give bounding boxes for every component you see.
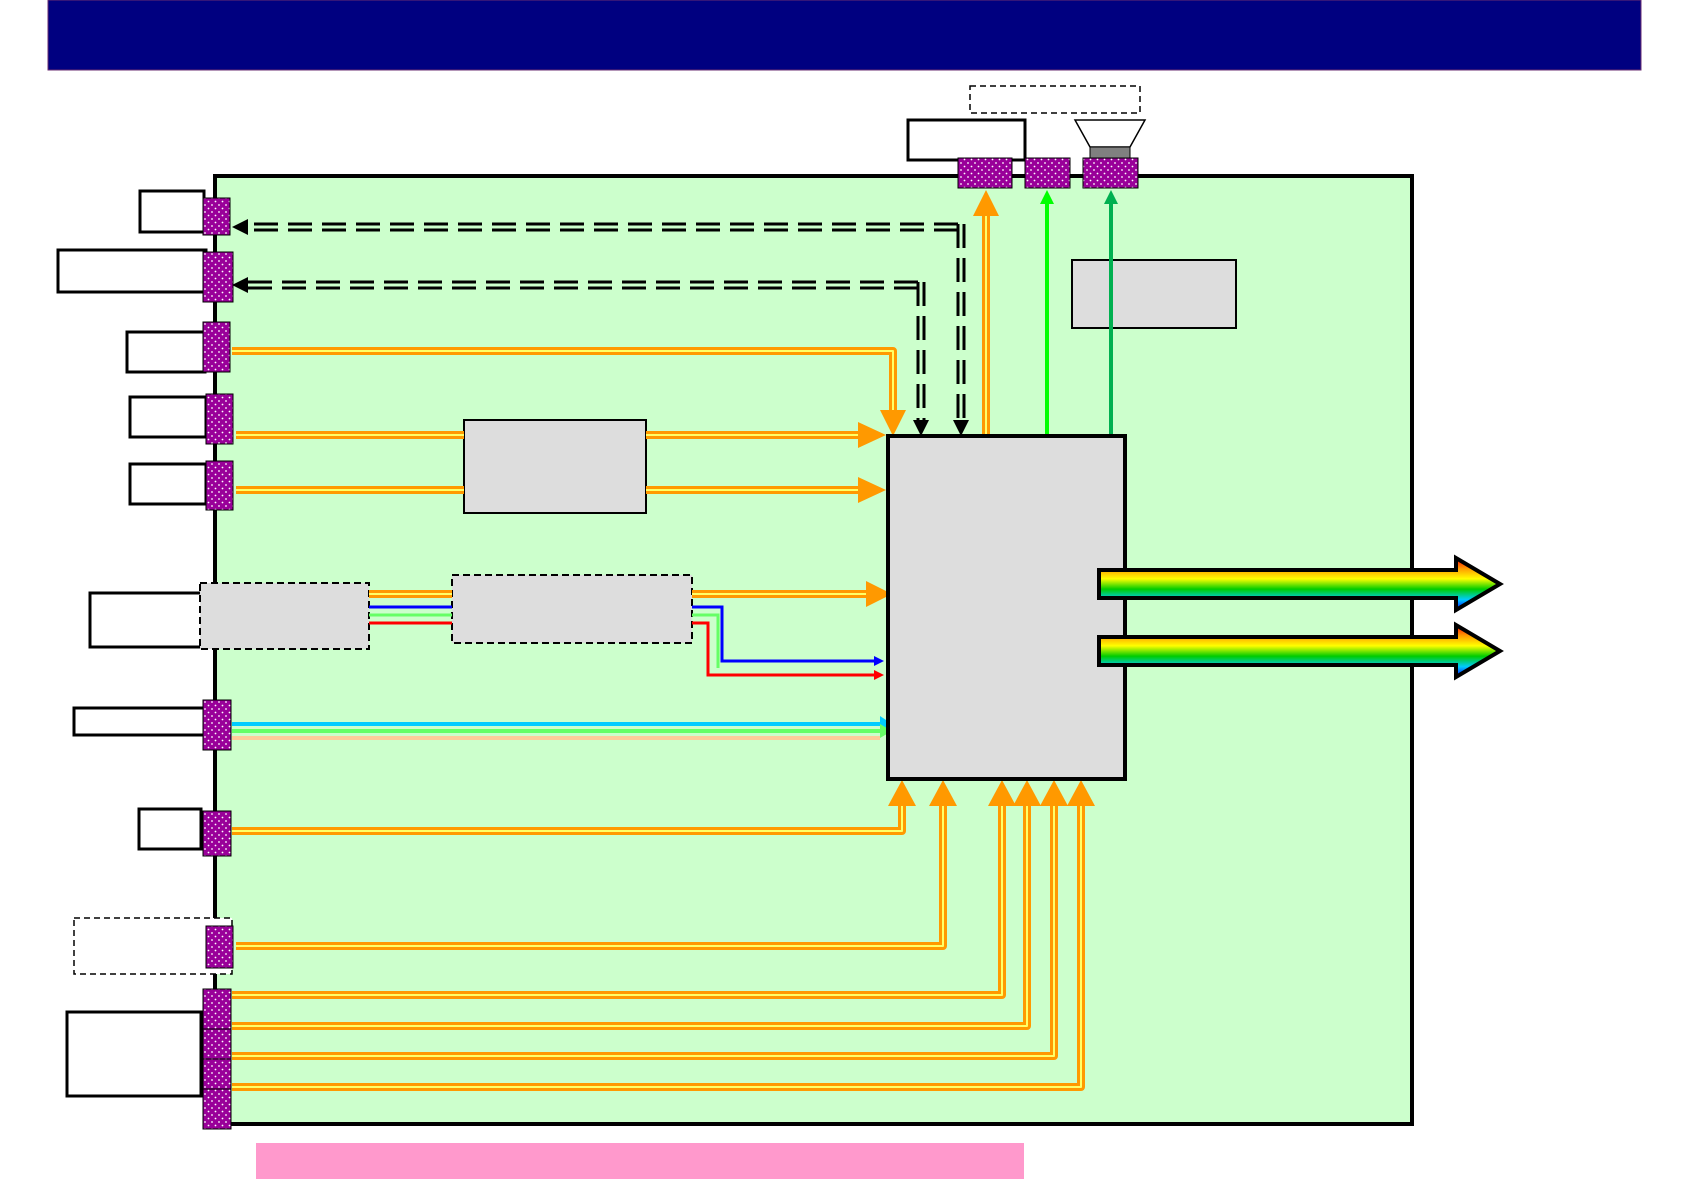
- top-white-label: [906, 118, 1027, 162]
- left-connector-3: [202, 321, 231, 373]
- dashed-block-mid: [451, 574, 693, 644]
- speaker-icon: [1073, 119, 1147, 160]
- footer-note-bar: [256, 1143, 1024, 1179]
- left-label-8: [137, 807, 203, 851]
- left-connector-10b: [202, 1028, 232, 1060]
- block-diagram: [47, 0, 1642, 1179]
- left-label-5: [128, 462, 208, 506]
- main-processor-block: [886, 434, 1127, 781]
- left-connector-10a: [202, 988, 232, 1030]
- left-label-4: [128, 395, 208, 439]
- left-connector-2: [202, 251, 234, 303]
- left-label-7: [72, 706, 207, 737]
- top-connector-1: [957, 157, 1013, 189]
- top-connector-3: [1082, 157, 1139, 189]
- left-label-1: [138, 189, 206, 234]
- left-label-3: [125, 330, 207, 374]
- top-connector-2: [1024, 157, 1071, 189]
- left-connector-10c: [202, 1058, 232, 1090]
- right-block: [1071, 259, 1237, 329]
- left-connector-10d: [202, 1088, 232, 1130]
- left-connector-4: [205, 393, 234, 445]
- left-label-10: [65, 1010, 203, 1098]
- left-label-2: [56, 248, 208, 294]
- left-connector-1: [202, 197, 231, 236]
- left-connector-8: [202, 810, 232, 857]
- left-connector-5: [205, 460, 234, 511]
- upper-converter-block: [463, 419, 647, 514]
- left-connector-9: [205, 925, 234, 969]
- left-connector-7: [202, 699, 232, 751]
- dashed-block-left: [199, 582, 370, 650]
- left-label-6: [88, 591, 204, 649]
- header-bar: [47, 0, 1642, 71]
- top-dashed-label: [969, 85, 1141, 114]
